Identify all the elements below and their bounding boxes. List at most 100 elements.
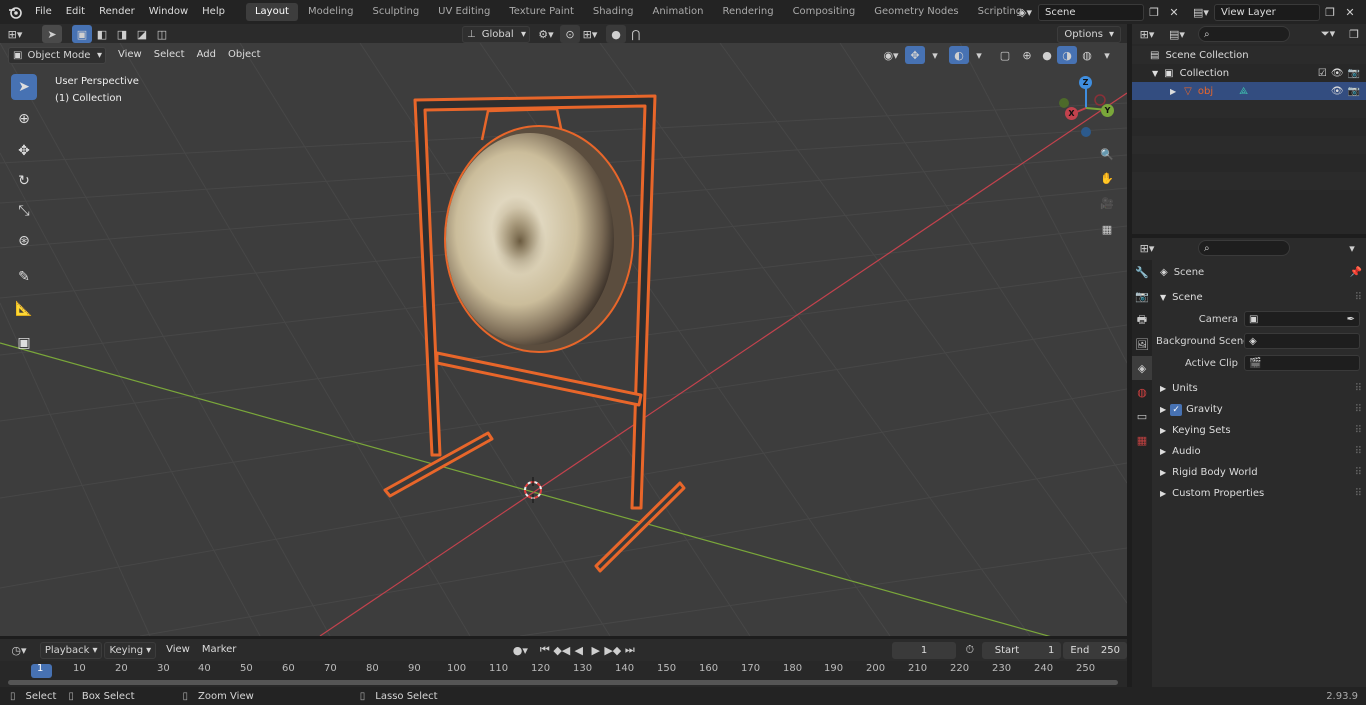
editor-type-icon[interactable]: ⊞▾ — [0, 25, 30, 43]
tab-layout[interactable]: Layout — [245, 3, 298, 21]
solid-shading-icon[interactable]: ● — [1037, 46, 1057, 64]
view-layer-tab-icon[interactable]: 🖼 — [1132, 332, 1152, 356]
menu-view[interactable]: View — [112, 46, 148, 64]
navigation-gizmo[interactable]: Z Y X — [1056, 74, 1120, 138]
proportional-edit-icon[interactable]: ● — [606, 25, 626, 43]
prev-keyframe-icon[interactable]: ◆◀ — [553, 641, 570, 659]
jump-end-icon[interactable]: ⏭ — [621, 641, 638, 659]
drag-handle-icon[interactable]: ⠿ — [1355, 292, 1362, 303]
measure-tool-icon[interactable]: 📐 — [11, 296, 37, 322]
visibility-icon[interactable]: ◉▾ — [881, 46, 901, 64]
select-box-tool-icon[interactable]: ➤ — [11, 74, 37, 100]
select-tool-icon[interactable]: ➤ — [42, 25, 62, 43]
overlay-dropdown-icon[interactable]: ▾ — [969, 46, 989, 64]
end-frame-field[interactable]: End 250 — [1063, 641, 1127, 659]
active-clip-field[interactable]: 🎬 — [1244, 355, 1360, 371]
snap-target-icon[interactable]: ⊞▾ — [580, 25, 600, 43]
tab-animation[interactable]: Animation — [644, 3, 713, 21]
expand-arrow-icon[interactable]: ▶ — [1170, 87, 1176, 96]
eye-icon[interactable]: 👁 — [1331, 68, 1344, 79]
move-tool-icon[interactable]: ✥ — [11, 138, 37, 164]
menu-render[interactable]: Render — [92, 0, 142, 24]
tab-modeling[interactable]: Modeling — [299, 3, 363, 21]
tab-rendering[interactable]: Rendering — [713, 3, 782, 21]
xray-toggle-icon[interactable]: ▢ — [995, 46, 1015, 64]
keying-dropdown[interactable]: Keying ▾ — [104, 641, 157, 659]
drag-handle-icon[interactable]: ⠿ — [1355, 467, 1362, 478]
current-frame-field[interactable]: 1 — [892, 641, 956, 659]
view-layer-icon[interactable]: ▤▾ — [1188, 3, 1214, 21]
annotate-tool-icon[interactable]: ✎ — [11, 264, 37, 290]
menu-help[interactable]: Help — [195, 0, 232, 24]
render-camera-icon[interactable]: 📷 — [1348, 68, 1360, 79]
tool-tab-icon[interactable]: 🔧 — [1132, 260, 1152, 284]
zoom-icon[interactable]: 🔍 — [1097, 142, 1117, 166]
snap-toggle-icon[interactable]: ⊙ — [560, 25, 580, 43]
outliner-item-obj[interactable]: ▶ ▽ obj ⟁ 👁 📷 — [1132, 82, 1366, 100]
gizmo-x-label[interactable]: X — [1065, 107, 1078, 120]
camera-view-icon[interactable]: 🎥 — [1097, 190, 1117, 216]
eyedropper-icon[interactable]: ✒ — [1347, 314, 1355, 325]
mode-subtract-icon[interactable]: ◨ — [112, 25, 132, 43]
drag-handle-icon[interactable]: ⠿ — [1355, 488, 1362, 499]
options-dropdown[interactable]: Options ▾ — [1057, 25, 1121, 43]
filter-icon[interactable]: ⏷▾ — [1314, 25, 1342, 43]
collection-tab-icon[interactable]: ▭ — [1132, 404, 1152, 428]
gizmo-z-label[interactable]: Z — [1079, 76, 1092, 89]
pin-icon[interactable]: 📌 — [1350, 267, 1362, 278]
outliner-search-input[interactable]: ⌕ — [1198, 26, 1290, 42]
custom-properties-panel[interactable]: ▶ Custom Properties ⠿ — [1156, 483, 1362, 504]
duplicate-scene-icon[interactable]: ❐ — [1144, 3, 1164, 21]
mode-dropdown[interactable]: ▣ Object Mode ▾ — [8, 46, 106, 64]
timeline-menu-view[interactable]: View — [160, 641, 196, 659]
next-keyframe-icon[interactable]: ▶◆ — [604, 641, 621, 659]
timeline-editor-icon[interactable]: ◷▾ — [4, 641, 34, 659]
close-scene-icon[interactable]: ✕ — [1164, 3, 1184, 21]
exclude-checkbox-icon[interactable]: ☑ — [1318, 68, 1327, 79]
play-reverse-icon[interactable]: ◀ — [570, 641, 587, 659]
falloff-icon[interactable]: ⋂ — [626, 25, 646, 43]
tab-uv-editing[interactable]: UV Editing — [429, 3, 499, 21]
material-shading-icon[interactable]: ◑ — [1057, 46, 1077, 64]
close-view-layer-icon[interactable]: ✕ — [1340, 3, 1360, 21]
view-layer-field[interactable]: View Layer — [1214, 3, 1320, 21]
add-cube-tool-icon[interactable]: ▣ — [11, 330, 37, 356]
expand-arrow-icon[interactable]: ▼ — [1152, 69, 1158, 78]
blender-logo-icon[interactable] — [2, 3, 28, 21]
drag-handle-icon[interactable]: ⠿ — [1355, 446, 1362, 457]
scene-tab-icon[interactable]: ◈ — [1132, 356, 1152, 380]
wireframe-shading-icon[interactable]: ⊕ — [1017, 46, 1037, 64]
jump-start-icon[interactable]: ⏮ — [536, 641, 553, 659]
keying-sets-panel[interactable]: ▶ Keying Sets ⠿ — [1156, 420, 1362, 441]
menu-select[interactable]: Select — [148, 46, 191, 64]
shading-dropdown-icon[interactable]: ▾ — [1097, 46, 1117, 64]
playback-dropdown[interactable]: Playback ▾ — [39, 641, 103, 659]
outliner-item-collection[interactable]: ▼ ▣ Collection ☑ 👁 📷 — [1132, 64, 1366, 82]
scene-name-field[interactable]: Scene — [1038, 3, 1144, 21]
timeline-scrollbar[interactable] — [8, 680, 1118, 685]
mode-invert-icon[interactable]: ◪ — [132, 25, 152, 43]
menu-file[interactable]: File — [28, 0, 59, 24]
units-panel[interactable]: ▶ Units ⠿ — [1156, 378, 1362, 399]
stopwatch-icon[interactable]: ⏱ — [960, 641, 980, 659]
properties-options-icon[interactable]: ▾ — [1342, 239, 1362, 257]
outliner-item-scene-collection[interactable]: ▤ Scene Collection — [1132, 46, 1366, 64]
menu-edit[interactable]: Edit — [59, 0, 92, 24]
mode-extend-icon[interactable]: ◧ — [92, 25, 112, 43]
gizmo-dropdown-icon[interactable]: ▾ — [925, 46, 945, 64]
drag-handle-icon[interactable]: ⠿ — [1355, 404, 1362, 415]
properties-search-input[interactable]: ⌕ — [1198, 240, 1290, 256]
tab-shading[interactable]: Shading — [584, 3, 643, 21]
outliner-editor-icon[interactable]: ⊞▾ — [1132, 25, 1162, 43]
render-camera-icon[interactable]: 📷 — [1348, 86, 1360, 97]
3d-viewport[interactable] — [0, 43, 1127, 636]
play-icon[interactable]: ▶ — [587, 641, 604, 659]
texture-tab-icon[interactable]: ▦ — [1132, 428, 1152, 452]
scale-tool-icon[interactable]: ⤡ — [11, 198, 37, 224]
tab-compositing[interactable]: Compositing — [784, 3, 865, 21]
auto-keying-icon[interactable]: ●▾ — [510, 641, 530, 659]
eye-icon[interactable]: 👁 — [1331, 86, 1344, 97]
cursor-tool-icon[interactable]: ⊕ — [11, 106, 37, 132]
scene-panel-header[interactable]: ▼ Scene ⠿ — [1156, 287, 1362, 308]
timeline-menu-marker[interactable]: Marker — [196, 641, 243, 659]
